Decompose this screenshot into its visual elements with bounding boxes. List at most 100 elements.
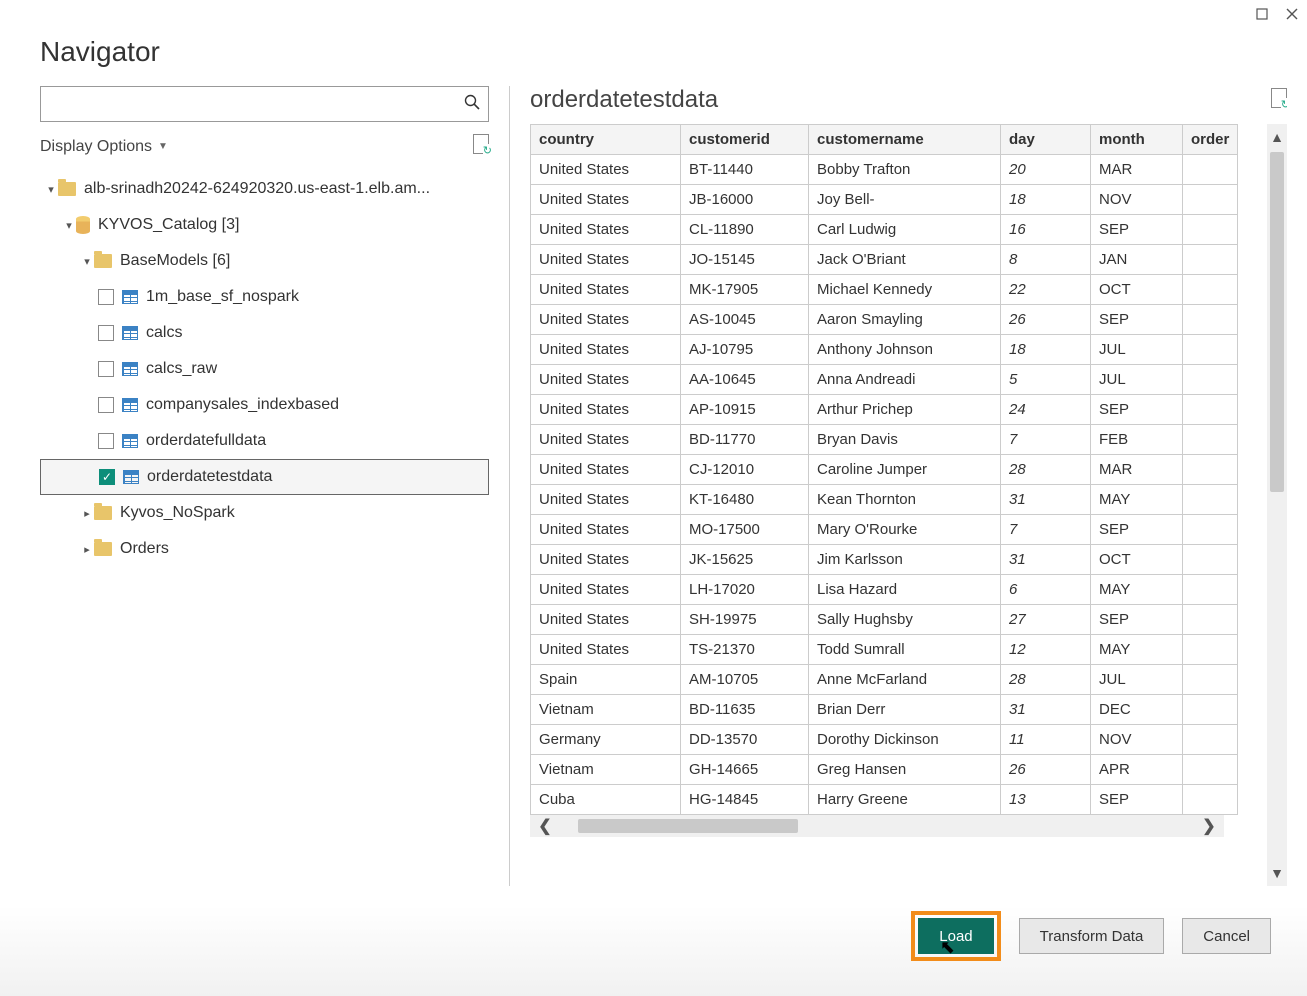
table-cell: [1183, 575, 1238, 605]
table-cell: 28: [1001, 665, 1091, 695]
tree-orders-node[interactable]: ▸ Orders: [40, 531, 489, 567]
scrollbar-thumb[interactable]: [1270, 152, 1284, 492]
table-cell: KT-16480: [681, 485, 809, 515]
close-icon[interactable]: [1285, 7, 1299, 21]
table-cell: AJ-10795: [681, 335, 809, 365]
table-cell: SEP: [1091, 215, 1183, 245]
search-input-wrapper[interactable]: [40, 86, 489, 122]
table-row[interactable]: United StatesBT-11440Bobby Trafton20MAR: [531, 155, 1238, 185]
table-cell: MO-17500: [681, 515, 809, 545]
horizontal-scrollbar[interactable]: ❮ ❯: [530, 815, 1224, 837]
column-header-day[interactable]: day: [1001, 125, 1091, 155]
checkbox[interactable]: [98, 325, 114, 341]
checkbox[interactable]: [98, 433, 114, 449]
vertical-scrollbar[interactable]: ▲ ▼: [1267, 124, 1287, 886]
transform-data-button[interactable]: Transform Data: [1019, 918, 1165, 954]
table-row[interactable]: United StatesTS-21370Todd Sumrall12MAY: [531, 635, 1238, 665]
scroll-up-icon[interactable]: ▲: [1267, 124, 1287, 150]
table-cell: MAY: [1091, 575, 1183, 605]
chevron-down-icon: ▼: [158, 141, 168, 152]
column-header-customerid[interactable]: customerid: [681, 125, 809, 155]
table-row[interactable]: VietnamGH-14665Greg Hansen26APR: [531, 755, 1238, 785]
table-row[interactable]: SpainAM-10705Anne McFarland28JUL: [531, 665, 1238, 695]
table-row[interactable]: United StatesKT-16480Kean Thornton31MAY: [531, 485, 1238, 515]
refresh-tree-icon[interactable]: [473, 134, 489, 159]
table-cell: HG-14845: [681, 785, 809, 815]
table-row[interactable]: United StatesJB-16000Joy Bell-18NOV: [531, 185, 1238, 215]
table-cell: Brian Derr: [809, 695, 1001, 725]
tree-root-node[interactable]: ▾ alb-srinadh20242-624920320.us-east-1.e…: [40, 171, 489, 207]
tree-node-label: orderdatefulldata: [146, 432, 266, 450]
table-cell: 31: [1001, 545, 1091, 575]
cancel-button[interactable]: Cancel: [1182, 918, 1271, 954]
tree-table-node[interactable]: calcs_raw: [40, 351, 489, 387]
table-cell: 12: [1001, 635, 1091, 665]
tree-node-label: calcs_raw: [146, 360, 217, 378]
table-cell: United States: [531, 575, 681, 605]
table-cell: United States: [531, 245, 681, 275]
table-row[interactable]: United StatesMK-17905Michael Kennedy22OC…: [531, 275, 1238, 305]
tree-table-node[interactable]: orderdatefulldata: [40, 423, 489, 459]
table-row[interactable]: United StatesJO-15145Jack O'Briant8JAN: [531, 245, 1238, 275]
table-row[interactable]: United StatesMO-17500Mary O'Rourke7SEP: [531, 515, 1238, 545]
table-cell: Todd Sumrall: [809, 635, 1001, 665]
table-row[interactable]: United StatesAS-10045Aaron Smayling26SEP: [531, 305, 1238, 335]
tree-table-node[interactable]: 1m_base_sf_nospark: [40, 279, 489, 315]
tree-catalog-node[interactable]: ▾ KYVOS_Catalog [3]: [40, 207, 489, 243]
tree-node-label: Kyvos_NoSpark: [120, 504, 235, 522]
table-cell: TS-21370: [681, 635, 809, 665]
tree-table-node[interactable]: calcs: [40, 315, 489, 351]
table-icon: [122, 398, 138, 412]
table-cell: United States: [531, 275, 681, 305]
display-options-dropdown[interactable]: Display Options ▼: [40, 138, 168, 156]
table-cell: NOV: [1091, 725, 1183, 755]
search-icon[interactable]: [464, 94, 480, 115]
table-row[interactable]: United StatesJK-15625Jim Karlsson31OCT: [531, 545, 1238, 575]
table-row[interactable]: CubaHG-14845Harry Greene13SEP: [531, 785, 1238, 815]
table-cell: AP-10915: [681, 395, 809, 425]
table-row[interactable]: United StatesAJ-10795Anthony Johnson18JU…: [531, 335, 1238, 365]
tree-table-node[interactable]: ✓orderdatetestdata: [40, 459, 489, 495]
scroll-down-icon[interactable]: ▼: [1267, 860, 1287, 886]
refresh-preview-icon[interactable]: [1271, 88, 1287, 113]
table-cell: SEP: [1091, 395, 1183, 425]
table-icon: [123, 470, 139, 484]
table-cell: Aaron Smayling: [809, 305, 1001, 335]
scroll-right-icon[interactable]: ❯: [1194, 815, 1224, 837]
table-cell: SH-19975: [681, 605, 809, 635]
tree-kyvos-nospark-node[interactable]: ▸ Kyvos_NoSpark: [40, 495, 489, 531]
column-header-customername[interactable]: customername: [809, 125, 1001, 155]
table-row[interactable]: GermanyDD-13570Dorothy Dickinson11NOV: [531, 725, 1238, 755]
load-button[interactable]: Load: [918, 918, 993, 954]
table-cell: Spain: [531, 665, 681, 695]
table-row[interactable]: United StatesAA-10645Anna Andreadi5JUL: [531, 365, 1238, 395]
table-cell: FEB: [1091, 425, 1183, 455]
tree-table-node[interactable]: companysales_indexbased: [40, 387, 489, 423]
table-cell: 7: [1001, 515, 1091, 545]
search-input[interactable]: [49, 96, 464, 113]
checkbox[interactable]: ✓: [99, 469, 115, 485]
table-cell: United States: [531, 485, 681, 515]
table-row[interactable]: United StatesLH-17020Lisa Hazard6MAY: [531, 575, 1238, 605]
table-cell: SEP: [1091, 785, 1183, 815]
scroll-left-icon[interactable]: ❮: [530, 815, 560, 837]
table-row[interactable]: United StatesAP-10915Arthur Prichep24SEP: [531, 395, 1238, 425]
checkbox[interactable]: [98, 361, 114, 377]
column-header-order[interactable]: order: [1183, 125, 1238, 155]
column-header-month[interactable]: month: [1091, 125, 1183, 155]
table-row[interactable]: United StatesCJ-12010Caroline Jumper28MA…: [531, 455, 1238, 485]
table-row[interactable]: United StatesCL-11890Carl Ludwig16SEP: [531, 215, 1238, 245]
table-row[interactable]: United StatesBD-11770Bryan Davis7FEB: [531, 425, 1238, 455]
table-cell: JAN: [1091, 245, 1183, 275]
maximize-icon[interactable]: [1255, 7, 1269, 21]
checkbox[interactable]: [98, 397, 114, 413]
checkbox[interactable]: [98, 289, 114, 305]
column-header-country[interactable]: country: [531, 125, 681, 155]
tree-basemodels-node[interactable]: ▾ BaseModels [6]: [40, 243, 489, 279]
table-row[interactable]: VietnamBD-11635Brian Derr31DEC: [531, 695, 1238, 725]
table-cell: Harry Greene: [809, 785, 1001, 815]
table-cell: BD-11770: [681, 425, 809, 455]
table-row[interactable]: United StatesSH-19975Sally Hughsby27SEP: [531, 605, 1238, 635]
scrollbar-thumb[interactable]: [578, 819, 798, 833]
table-cell: 11: [1001, 725, 1091, 755]
